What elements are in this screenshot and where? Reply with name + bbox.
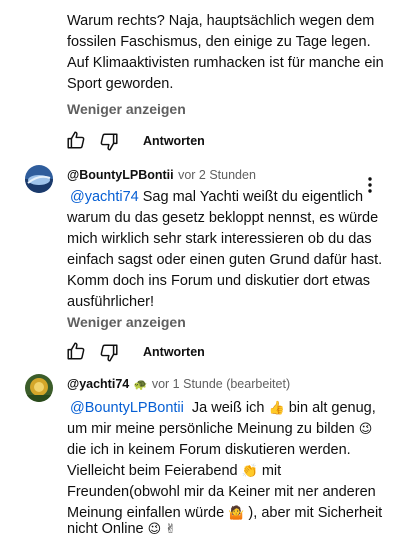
comment-2-text-line: einfach sagst oder einen guten Grund daf… xyxy=(67,252,383,268)
peace-emoji-icon: ✌ xyxy=(165,522,177,537)
comment-2-text-line: @yachti74 Sag mal Yachti weißt du eigent… xyxy=(67,187,363,208)
thumbs-down-icon xyxy=(100,133,118,151)
thumbs-down-icon xyxy=(100,344,118,362)
comment-1-text-line: Auf Klimaaktivisten rumhacken ist für ma… xyxy=(67,55,384,71)
comment-3-text: ), aber mit Sicherheit xyxy=(244,505,383,521)
comment-3-text-line: Vielleicht beim Feierabend 👏 mit xyxy=(67,461,281,482)
reply-button[interactable]: Antworten xyxy=(143,345,205,359)
turtle-icon: 🐢 xyxy=(133,378,148,391)
author-name[interactable]: @BountyLPBontii xyxy=(67,168,174,182)
comment-timestamp[interactable]: vor 2 Stunden xyxy=(178,168,256,182)
comment-2-text: Sag mal Yachti weißt du eigentlich xyxy=(138,189,364,205)
author-name[interactable]: @yachti74 xyxy=(67,377,129,391)
reply-button[interactable]: Antworten xyxy=(143,134,205,148)
comment-3-text-line: um mir meine persönliche Meinung zu bild… xyxy=(67,419,372,440)
comment-1-text-line: fossilen Faschismus, den einige zu Tage … xyxy=(67,34,371,50)
comment-3-text: bin alt genug, xyxy=(284,400,376,416)
like-button[interactable] xyxy=(65,129,87,151)
comment-3-text: um mir meine persönliche Meinung zu bild… xyxy=(67,421,359,437)
wink-emoji-icon: 😉 xyxy=(358,422,373,437)
show-less-button[interactable]: Weniger anzeigen xyxy=(67,101,186,117)
comment-3-text: Ja weiß ich xyxy=(183,400,269,416)
clapping-emoji-icon: 👏 xyxy=(241,464,258,479)
mention-link[interactable]: @BountyLPBontii xyxy=(70,400,184,416)
comment-3-text: nicht Online xyxy=(67,521,148,537)
avatar[interactable] xyxy=(25,165,53,193)
thumbs-up-icon xyxy=(67,131,85,149)
comment-3-text: mit xyxy=(257,463,282,479)
comment-2-text-line: mich wirklich sehr stark interessieren o… xyxy=(67,231,372,247)
comment-2-text-line: warum du das gesetz bekloppt nennst, es … xyxy=(67,210,379,226)
comment-1-text-line: Sport geworden. xyxy=(67,76,174,92)
comment-3-text: Vielleicht beim Feierabend xyxy=(67,463,242,479)
comment-3-text-line: @BountyLPBontii Ja weiß ich 👍 bin alt ge… xyxy=(67,398,376,419)
show-less-button[interactable]: Weniger anzeigen xyxy=(67,314,186,330)
thumbs-up-icon xyxy=(67,342,85,360)
comment-2-text-line: ausführlicher! xyxy=(67,294,155,310)
comment-1-text-line: Warum rechts? Naja, hauptsächlich wegen … xyxy=(67,13,375,29)
dislike-button[interactable] xyxy=(98,131,120,153)
mention-link[interactable]: @yachti74 xyxy=(70,189,139,205)
dislike-button[interactable] xyxy=(98,342,120,364)
comment-3-text-line: nicht Online 😉 ✌ xyxy=(67,519,176,540)
shrug-emoji-icon: 🤷 xyxy=(228,506,245,521)
comment-3-text-line: die ich in keinem Forum diskutieren werd… xyxy=(67,442,351,458)
comment-2-header: @BountyLPBontii vor 2 Stunden xyxy=(67,166,256,184)
thumbs-up-emoji-icon: 👍 xyxy=(268,401,285,416)
comment-3-text-line: Freunden(obwohl mir da Keiner mit ner an… xyxy=(67,484,376,500)
wink-emoji-icon: 😉 xyxy=(147,522,162,537)
comment-2-text-line: Komm doch ins Forum und diskutier dort e… xyxy=(67,273,371,289)
comment-3-header: @yachti74 🐢 vor 1 Stunde (bearbeitet) xyxy=(67,375,290,393)
comment-timestamp[interactable]: vor 1 Stunde (bearbeitet) xyxy=(152,377,290,391)
like-button[interactable] xyxy=(65,340,87,362)
avatar[interactable] xyxy=(25,374,53,402)
